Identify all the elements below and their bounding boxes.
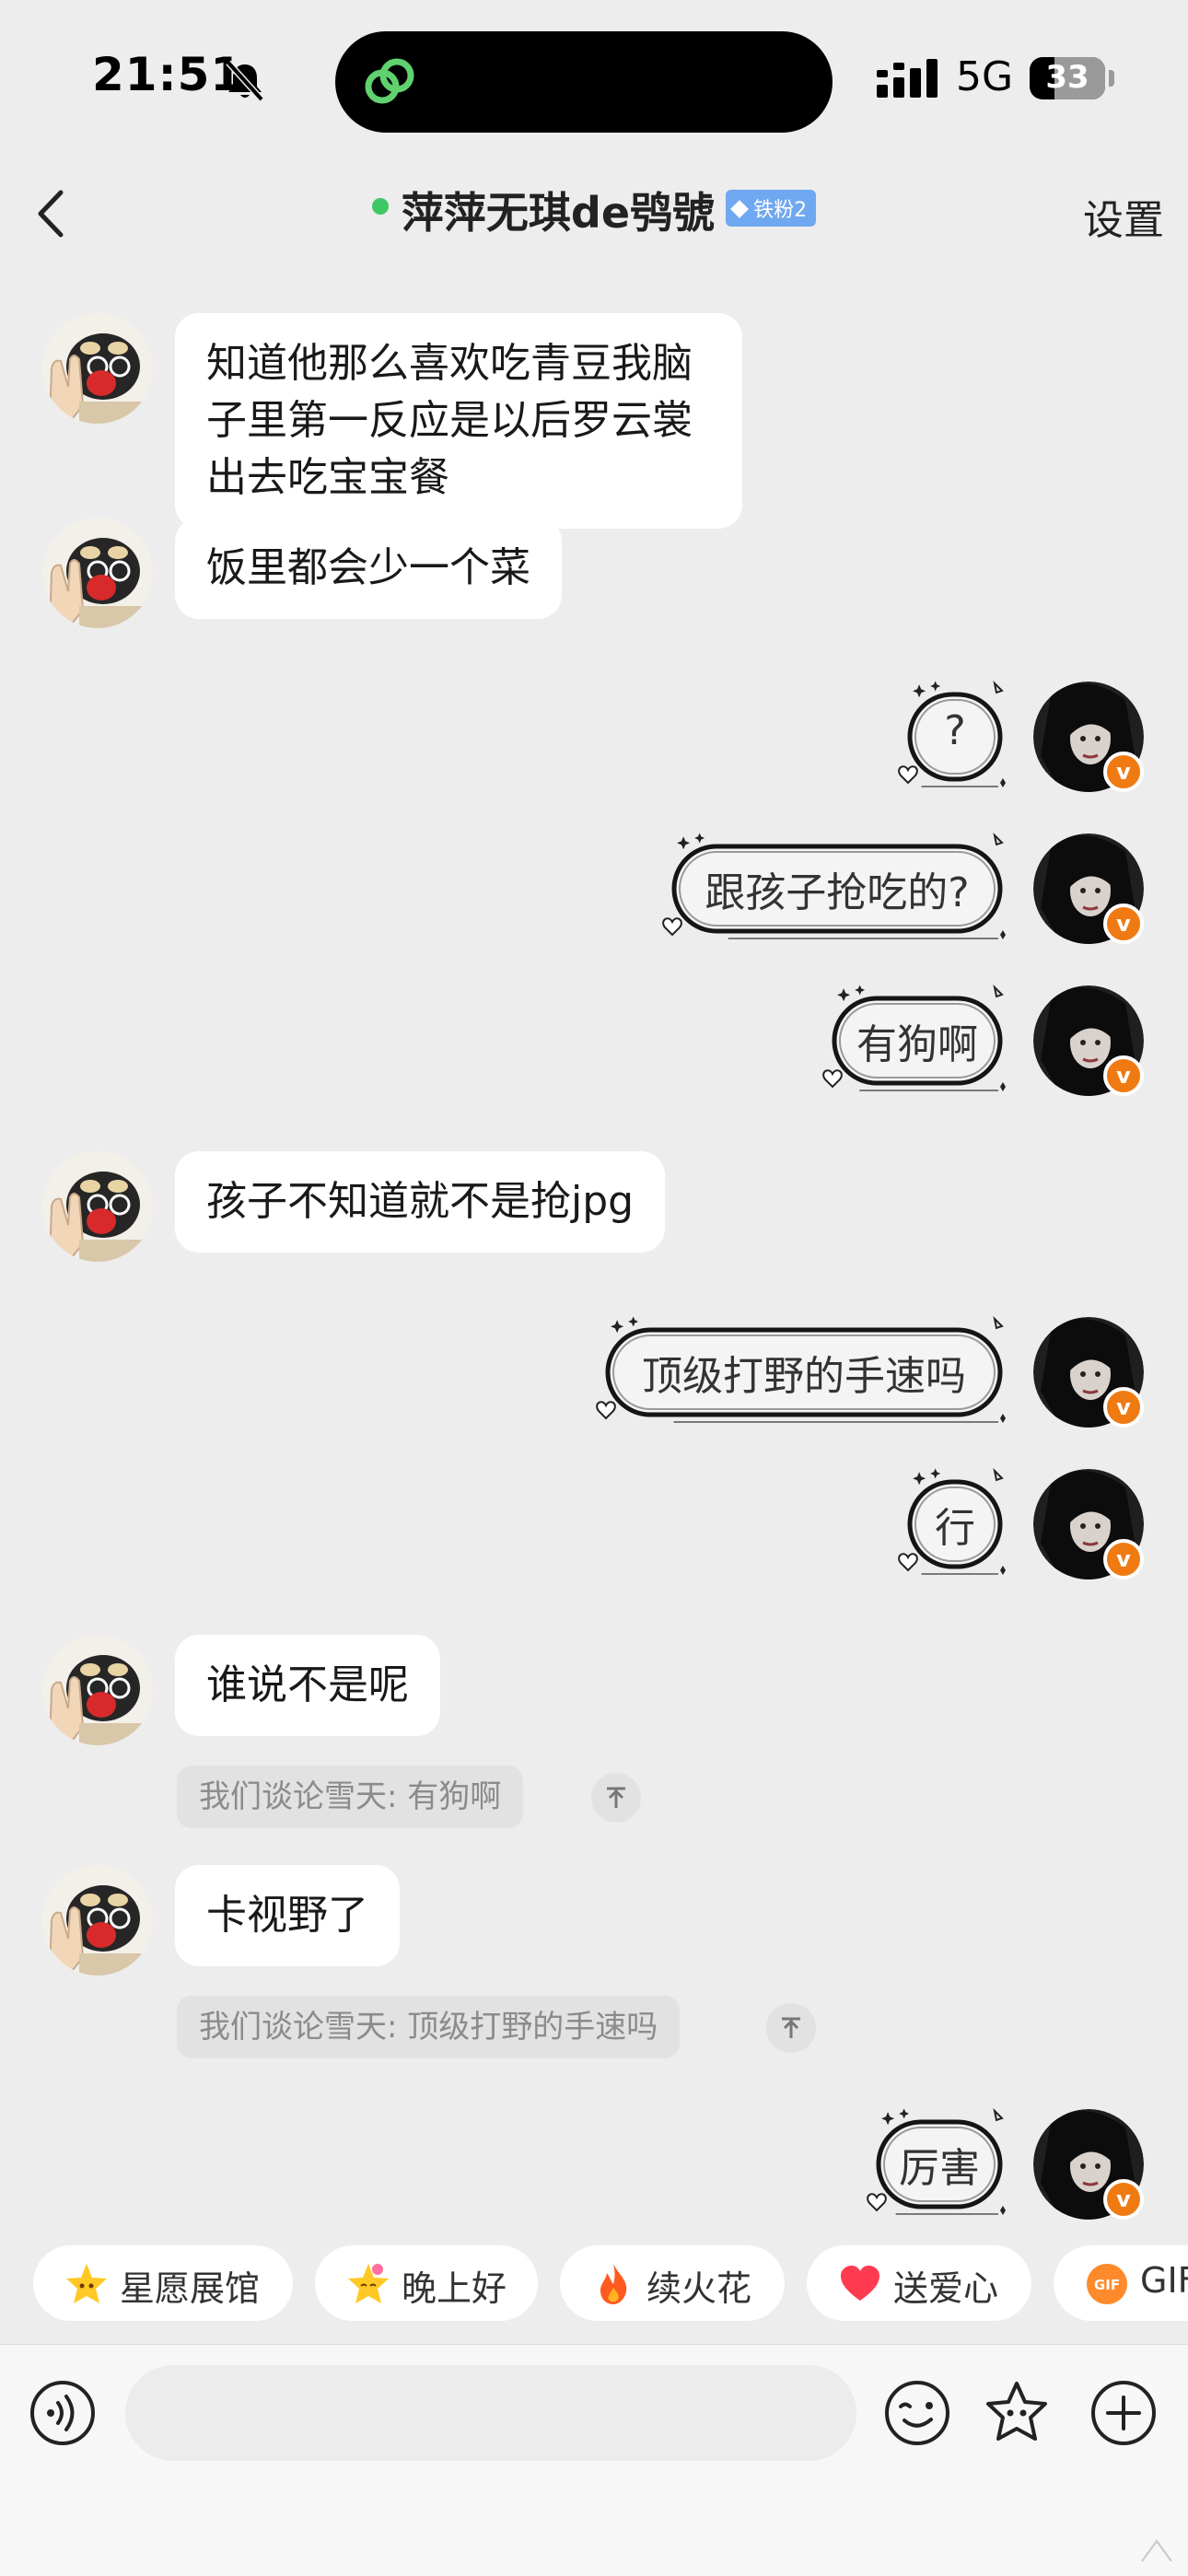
verified-badge-icon: v — [1103, 903, 1144, 944]
cartoon-avatar-icon — [42, 1151, 153, 1262]
fire-icon — [600, 2264, 627, 2304]
message-text: 顶级打野的手速吗 — [642, 1353, 966, 1400]
my-avatar[interactable]: v — [1033, 1317, 1144, 1428]
message-text: 跟孩子抢吃的? — [705, 869, 970, 916]
arrow-up-icon — [607, 1787, 625, 1808]
chip-label: 送爱心 — [893, 2268, 999, 2309]
message-bubble[interactable]: ? — [898, 680, 1007, 787]
network-type: 5G — [956, 53, 1014, 100]
verified-badge-icon: v — [1103, 752, 1144, 792]
diamond-icon — [730, 200, 749, 218]
signal-icon — [877, 59, 938, 98]
chip-label: 星愿展馆 — [120, 2268, 261, 2309]
message-text: 有狗啊 — [856, 1021, 978, 1068]
contact-avatar[interactable] — [42, 518, 153, 628]
mute-bell-icon — [226, 60, 264, 102]
jump-to-quote-button[interactable] — [591, 1773, 641, 1823]
voice-icon[interactable] — [26, 2376, 99, 2450]
status-bar: 21:51 5G 33 — [0, 0, 1188, 161]
star-face-icon — [348, 2264, 389, 2303]
quoted-reply[interactable]: 我们谈论雪天: 顶级打野的手速吗 — [177, 1996, 681, 2058]
heart-icon — [841, 2266, 879, 2301]
chip-label: 晚上好 — [402, 2268, 507, 2309]
quick-reply-chip[interactable]: 送爱心 — [807, 2245, 1031, 2321]
message-text: 厉害 — [899, 2145, 980, 2192]
cartoon-avatar-icon — [42, 313, 153, 424]
message-row: 顶级打野的手速吗 v — [0, 1315, 1188, 1432]
battery-nub — [1109, 70, 1114, 87]
message-bubble[interactable]: 厉害 — [867, 2107, 1007, 2215]
emoji-icon[interactable] — [880, 2376, 954, 2450]
quick-reply-bar[interactable]: 星愿展馆 晚上好 续火花 送爱心 GIF GIF — [0, 2238, 1188, 2339]
message-row: 卡视野了 我们谈论雪天: 顶级打野的手速吗 — [0, 1865, 1188, 2058]
cartoon-avatar-icon — [42, 1865, 153, 1976]
message-row: 饭里都会少一个菜 — [0, 518, 1188, 628]
sticker-star-icon[interactable] — [980, 2376, 1054, 2450]
verified-badge-icon: v — [1103, 2179, 1144, 2220]
my-avatar[interactable]: v — [1033, 1469, 1144, 1579]
verified-badge-icon: v — [1103, 1387, 1144, 1428]
cartoon-avatar-icon — [42, 1635, 153, 1745]
contact-avatar[interactable] — [42, 1865, 153, 1976]
quick-reply-chip[interactable]: 续火花 — [560, 2245, 785, 2321]
chat-header: 萍萍无琪de鸮號 铁粉2 设置 — [0, 161, 1188, 267]
cartoon-avatar-icon — [42, 518, 153, 628]
message-text: ? — [944, 707, 966, 754]
message-row: 谁说不是呢 我们谈论雪天: 有狗啊 — [0, 1635, 1188, 1828]
message-row: 行 v — [0, 1467, 1188, 1584]
arrow-up-icon — [782, 2017, 800, 2038]
message-bubble[interactable]: 顶级打野的手速吗 — [596, 1315, 1007, 1423]
verified-badge-icon: v — [1103, 1539, 1144, 1579]
contact-name[interactable]: 萍萍无琪de鸮號 — [402, 180, 715, 240]
message-list[interactable]: 知道他那么喜欢吃青豆我脑子里第一反应是以后罗云裳出去吃宝宝餐 饭里都会少一个菜 … — [0, 267, 1188, 2229]
message-input-field[interactable] — [125, 2365, 856, 2461]
star-face-icon — [66, 2264, 107, 2303]
settings-button[interactable]: 设置 — [1083, 187, 1164, 246]
quick-reply-chip[interactable]: 晚上好 — [315, 2245, 538, 2321]
message-bubble[interactable]: 孩子不知道就不是抢jpg — [175, 1151, 666, 1253]
chat-title: 萍萍无琪de鸮號 铁粉2 — [0, 180, 1188, 240]
fan-level-label: 铁粉2 — [753, 199, 808, 222]
my-avatar[interactable]: v — [1033, 985, 1144, 1096]
message-bubble[interactable]: 有狗啊 — [822, 984, 1007, 1091]
quick-reply-chip[interactable]: GIF GIF — [1054, 2245, 1188, 2321]
watermark-icon — [1141, 2539, 1172, 2562]
message-row: 知道他那么喜欢吃青豆我脑子里第一反应是以后罗云裳出去吃宝宝餐 — [0, 313, 1188, 529]
message-row: ? v — [0, 680, 1188, 797]
jump-to-quote-button[interactable] — [766, 2003, 816, 2053]
message-bubble[interactable]: 饭里都会少一个菜 — [175, 518, 562, 619]
online-status-dot — [371, 198, 389, 215]
battery-level: 33 — [1045, 59, 1089, 96]
dynamic-island — [335, 31, 833, 133]
quoted-reply[interactable]: 我们谈论雪天: 有狗啊 — [177, 1766, 524, 1828]
message-bubble[interactable]: 跟孩子抢吃的? — [662, 832, 1007, 939]
message-bubble[interactable]: 谁说不是呢 — [175, 1635, 440, 1736]
link-app-icon — [365, 58, 414, 104]
message-bubble[interactable]: 知道他那么喜欢吃青豆我脑子里第一反应是以后罗云裳出去吃宝宝餐 — [175, 313, 742, 529]
plus-icon[interactable] — [1087, 2376, 1160, 2450]
chip-label: GIF — [1140, 2260, 1188, 2301]
my-avatar[interactable]: v — [1033, 682, 1144, 792]
input-bar — [0, 2344, 1188, 2576]
message-bubble[interactable]: 行 — [898, 1467, 1007, 1575]
message-text: 行 — [935, 1505, 975, 1552]
message-bubble[interactable]: 卡视野了 — [175, 1865, 400, 1966]
contact-avatar[interactable] — [42, 1151, 153, 1262]
battery-icon: 33 — [1030, 57, 1105, 99]
contact-avatar[interactable] — [42, 1635, 153, 1745]
message-input[interactable] — [125, 2365, 856, 2461]
message-row: 有狗啊 v — [0, 984, 1188, 1101]
my-avatar[interactable]: v — [1033, 2109, 1144, 2220]
message-row: 孩子不知道就不是抢jpg — [0, 1151, 1188, 1262]
chip-label: 续火花 — [646, 2268, 752, 2309]
message-row: 跟孩子抢吃的? v — [0, 832, 1188, 949]
quick-reply-chip[interactable]: 星愿展馆 — [33, 2245, 293, 2321]
svg-text:GIF: GIF — [1094, 2277, 1120, 2293]
verified-badge-icon: v — [1103, 1055, 1144, 1096]
contact-avatar[interactable] — [42, 313, 153, 424]
my-avatar[interactable]: v — [1033, 833, 1144, 944]
message-row: 厉害 v — [0, 2107, 1188, 2224]
gif-icon: GIF — [1087, 2264, 1127, 2304]
fan-level-badge[interactable]: 铁粉2 — [726, 190, 817, 227]
